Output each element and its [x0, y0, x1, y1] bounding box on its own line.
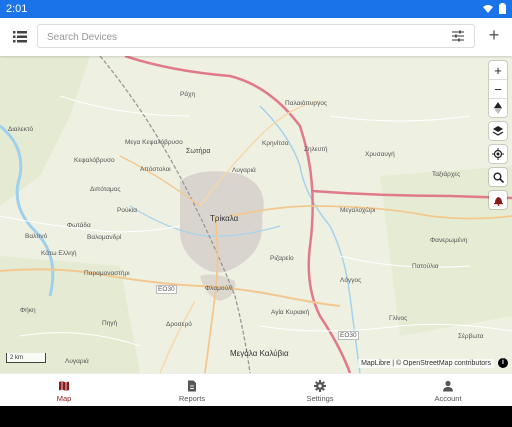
search-input[interactable]	[45, 28, 429, 46]
map-label: Μεγα Κεφαλόβρυσο	[125, 139, 183, 146]
gear-icon	[314, 380, 326, 392]
nav-label: Reports	[178, 394, 206, 403]
map-label: Δροσερό	[166, 321, 192, 328]
map-tiles	[0, 56, 512, 373]
tune-icon[interactable]	[452, 29, 466, 43]
map-label: Φήκη	[20, 307, 36, 314]
nav-label: Settings	[306, 394, 334, 403]
attribution-text[interactable]: MapLibre | © OpenStreetMap contributors	[358, 358, 494, 368]
status-bar: 2:01	[0, 0, 512, 18]
map-label: Διαλεκτό	[8, 126, 34, 133]
map-label: Βαλομανδρί	[87, 234, 122, 241]
map-label: Ριζαρείο	[270, 255, 294, 262]
map-label: Μεγαλοχώρι	[340, 207, 376, 214]
clock: 2:01	[6, 3, 28, 15]
nav-label: Account	[434, 394, 462, 403]
add-device-button[interactable]: +	[485, 26, 503, 46]
map-label: Κρηνίτσα	[262, 140, 289, 147]
map-label: Σωτήρα	[186, 148, 211, 155]
nav-item-account[interactable]: Account	[397, 374, 499, 407]
map-label: Ταξιάρχες	[432, 171, 461, 178]
person-icon	[443, 380, 453, 392]
system-gesture-bar	[0, 406, 512, 427]
layers-icon	[492, 126, 504, 136]
map-label: Ράχη	[180, 91, 196, 98]
nav-item-reports[interactable]: Reports	[141, 374, 243, 407]
map-label: Κάτω Ελληή	[41, 250, 77, 257]
map-label: Παραμοναστήρι	[84, 270, 130, 277]
my-location-icon	[492, 148, 504, 160]
map-label: Γλίνος	[389, 315, 408, 322]
nav-label: Map	[56, 394, 72, 403]
map-label: Ρούκια	[117, 207, 137, 214]
wifi-icon	[483, 4, 493, 17]
map-label: Λόγγος	[340, 277, 362, 284]
map-label: Απόστολοι	[140, 166, 171, 173]
map-label: Ζηλευτή	[304, 146, 328, 153]
layers-button[interactable]	[489, 122, 507, 140]
compass-button[interactable]	[489, 98, 507, 117]
map-label: Πατούλια	[412, 263, 439, 270]
scale-bar: 2 km	[6, 353, 46, 363]
my-location-button[interactable]	[489, 145, 507, 163]
map-label: Διπόταμος	[90, 186, 121, 193]
map-label: Παλαιόπυργος	[285, 100, 328, 107]
map-icon	[59, 381, 69, 391]
report-icon	[188, 380, 196, 392]
map-label: Μεγάλα Καλύβια	[230, 349, 289, 358]
map-label: Φωτάδα	[67, 222, 91, 229]
map-controls: + −	[489, 61, 507, 209]
battery-icon	[499, 3, 506, 17]
attribution: MapLibre | © OpenStreetMap contributors …	[358, 357, 508, 369]
map-label: Αγία Κυριακή	[271, 309, 310, 316]
map-label: Φανερωμένη	[430, 237, 468, 244]
bottom-navigation: Map Reports Settings Account	[0, 373, 512, 407]
search-bar	[37, 24, 475, 48]
nav-item-settings[interactable]: Settings	[269, 374, 371, 407]
map-label: Λυγαριά	[65, 358, 89, 365]
road-shield: ΕΟ30	[156, 285, 177, 294]
road-shield: ΕΟ30	[338, 331, 359, 340]
zoom-in-button[interactable]: +	[489, 61, 507, 79]
map-label-city: Τρίκαλα	[210, 214, 239, 223]
map-label: Βαλτινό	[25, 233, 48, 240]
nav-item-map[interactable]: Map	[13, 374, 115, 407]
info-icon[interactable]: i	[498, 358, 508, 368]
compass-icon	[494, 102, 502, 114]
map-label: Φλαμούλι	[205, 285, 233, 292]
map-view[interactable]: Ράχη Παλαιόπυργος Διαλεκτό Μεγα Κεφαλόβρ…	[0, 56, 512, 373]
map-label: Σέρβωτα	[458, 333, 484, 340]
zoom-out-button[interactable]: −	[489, 79, 507, 98]
map-label: Πηγή	[102, 320, 118, 327]
map-label: Κεφαλόβρυσο	[74, 157, 115, 164]
alarm-button[interactable]	[489, 191, 507, 209]
map-search-button[interactable]	[489, 168, 507, 186]
map-label: Λυγαριά	[232, 167, 256, 174]
app-bar: +	[0, 18, 512, 56]
bell-icon	[493, 196, 503, 206]
map-label: Χρυσαυγή	[365, 151, 395, 158]
search-icon	[493, 172, 504, 183]
zoom-controls: + −	[489, 61, 507, 117]
list-icon[interactable]	[10, 28, 30, 46]
